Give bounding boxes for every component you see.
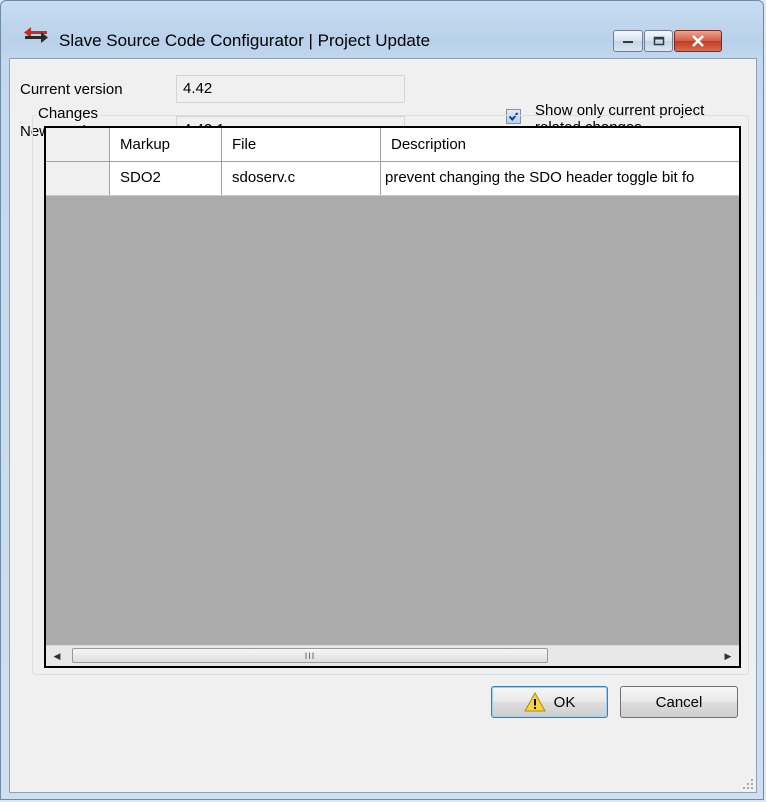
scroll-left-arrow-icon[interactable]: ◀ xyxy=(46,646,68,666)
column-header-file[interactable]: File xyxy=(222,128,381,161)
window-title: Slave Source Code Configurator | Project… xyxy=(59,31,431,50)
ok-label: OK xyxy=(553,693,576,711)
scroll-right-arrow-icon[interactable]: ▶ xyxy=(717,646,739,666)
current-version-label: Current version xyxy=(20,81,123,98)
ok-button[interactable]: OK xyxy=(491,686,608,718)
title-bar[interactable]: Slave Source Code Configurator | Project… xyxy=(1,1,763,52)
close-button[interactable] xyxy=(674,30,722,52)
file-cell[interactable]: sdoserv.c xyxy=(222,162,381,195)
description-cell[interactable]: prevent changing the SDO header toggle b… xyxy=(381,162,739,195)
minimize-icon xyxy=(614,31,642,51)
minimize-button[interactable] xyxy=(613,30,643,52)
changes-grid[interactable]: Markup File Description SDO2 sdoserv.c p… xyxy=(44,126,741,668)
scrollbar-grip-icon: III xyxy=(304,650,316,661)
maximize-button[interactable] xyxy=(644,30,673,52)
row-header[interactable] xyxy=(46,162,110,195)
column-header-description[interactable]: Description xyxy=(381,128,739,161)
horizontal-scrollbar[interactable]: ◀ III ▶ xyxy=(46,645,739,666)
scrollbar-thumb[interactable]: III xyxy=(72,648,548,663)
table-row[interactable]: SDO2 sdoserv.c prevent changing the SDO … xyxy=(46,162,739,196)
cancel-button[interactable]: Cancel xyxy=(620,686,738,718)
maximize-icon xyxy=(645,31,672,51)
dialog-window: Slave Source Code Configurator | Project… xyxy=(0,0,764,800)
column-header-markup[interactable]: Markup xyxy=(110,128,222,161)
row-header-corner xyxy=(46,128,110,161)
cancel-label: Cancel xyxy=(655,693,703,711)
changes-group-title: Changes xyxy=(36,105,101,122)
current-version-field[interactable]: 4.42 xyxy=(176,75,405,103)
dialog-content: Current version 4.42 New version 4.42.1 … xyxy=(9,58,757,793)
markup-cell[interactable]: SDO2 xyxy=(110,162,222,195)
warning-icon xyxy=(523,692,546,712)
close-icon xyxy=(675,31,721,51)
resize-grip-icon[interactable] xyxy=(742,778,754,790)
grid-header: Markup File Description xyxy=(46,128,739,162)
transfer-arrows-icon xyxy=(24,27,48,43)
